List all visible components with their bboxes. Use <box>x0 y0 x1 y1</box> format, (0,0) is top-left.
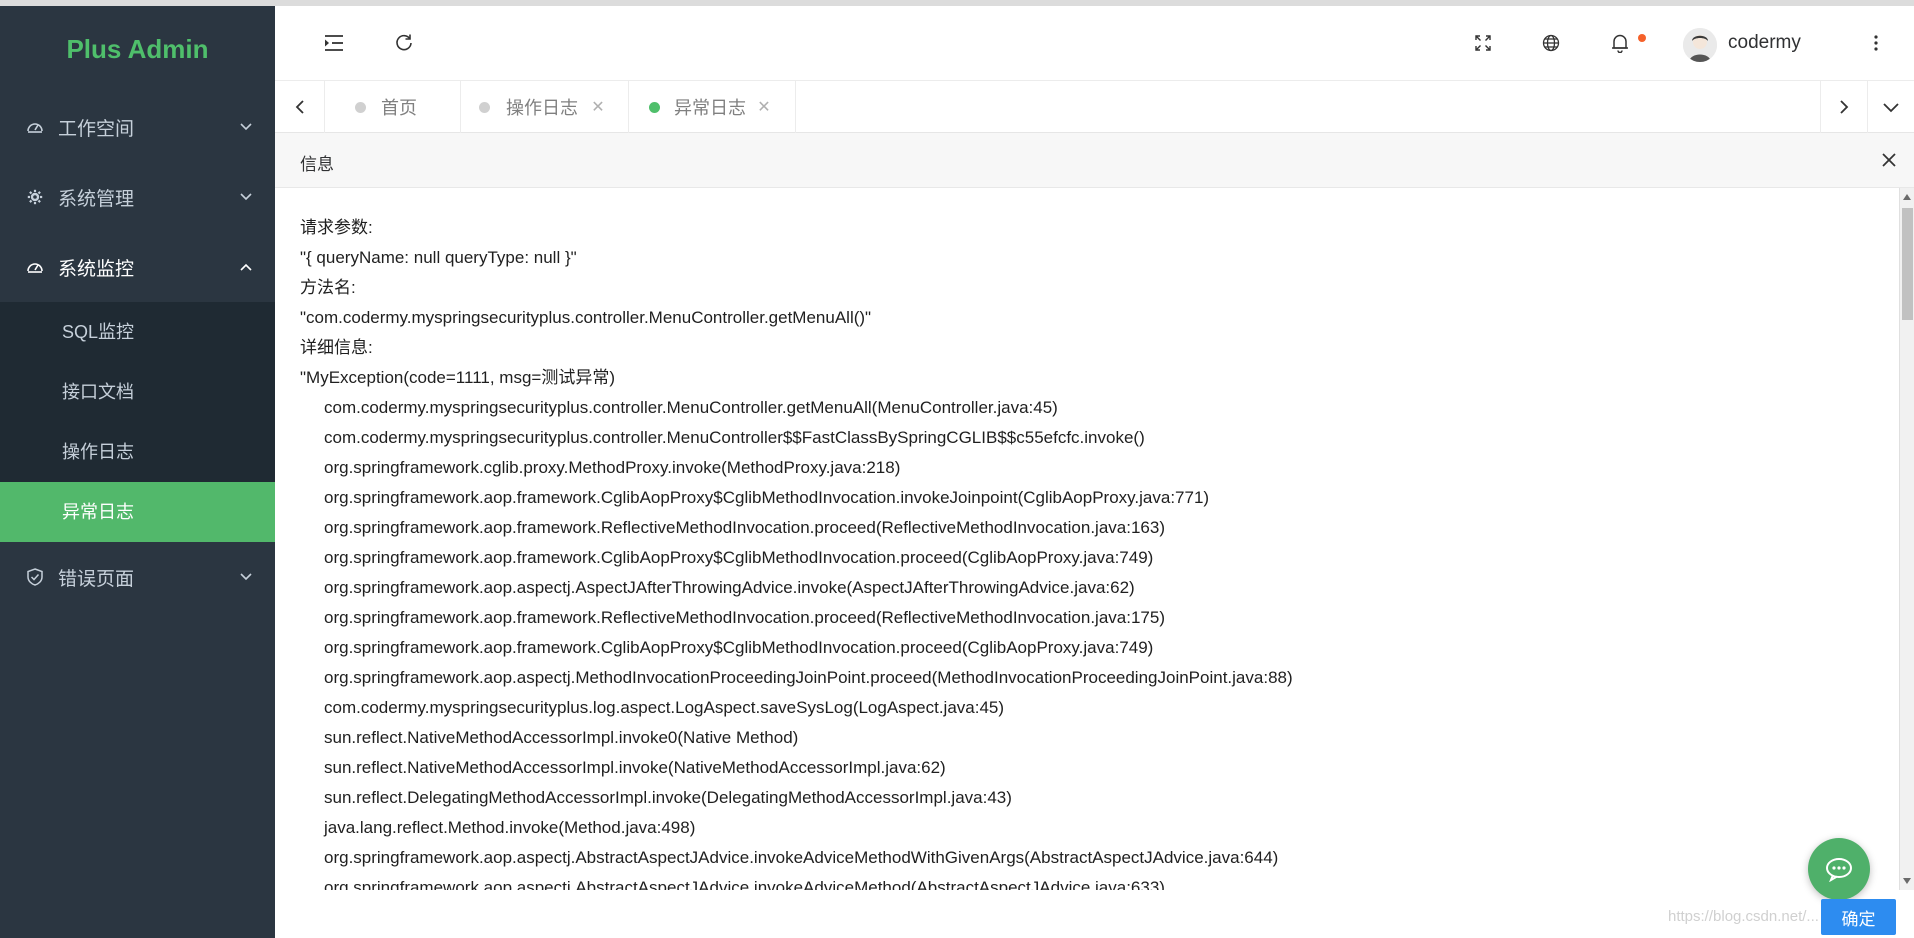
params-value: "{ queryName: null queryType: null }" <box>300 248 577 267</box>
scroll-down-arrow-icon[interactable] <box>1903 878 1911 884</box>
username[interactable]: codermy <box>1728 32 1801 54</box>
chat-support-button[interactable] <box>1808 838 1870 900</box>
notification-badge-dot <box>1638 34 1646 42</box>
chevron-left-icon <box>295 100 304 114</box>
shield-check-icon <box>26 568 44 586</box>
chevron-down-icon <box>240 123 252 131</box>
method-value: "com.codermy.myspringsecurityplus.contro… <box>300 308 872 327</box>
tab-status-dot-active <box>649 102 660 113</box>
tabs-dropdown-button[interactable] <box>1867 81 1914 133</box>
brand-logo-text: Plus Admin <box>66 34 209 64</box>
sidebar-item-system-management[interactable]: 系统管理 <box>0 162 275 232</box>
dashboard-icon <box>26 258 44 276</box>
tab-status-dot <box>355 102 366 113</box>
sidebar-item-error-pages[interactable]: 错误页面 <box>0 542 275 612</box>
tab-exception-log[interactable]: 异常日志 ✕ <box>629 81 796 133</box>
sidebar-subitem-operation-log[interactable]: 操作日志 <box>0 422 275 482</box>
top-header: codermy <box>275 6 1914 81</box>
tabs-scroll-right-button[interactable] <box>1820 81 1867 133</box>
sidebar-subitem-api-docs[interactable]: 接口文档 <box>0 362 275 422</box>
tabs-scroll-left-button[interactable] <box>275 81 325 133</box>
avatar[interactable] <box>1683 28 1717 62</box>
stack-trace-line: java.lang.reflect.Method.invoke(Method.j… <box>324 818 696 837</box>
refresh-icon[interactable] <box>389 28 419 58</box>
chevron-down-icon <box>1883 103 1899 113</box>
fullscreen-icon[interactable] <box>1468 28 1498 58</box>
tabs-bar: 首页 操作日志 ✕ 异常日志 ✕ <box>275 81 1914 133</box>
params-label: 请求参数: <box>300 218 373 237</box>
confirm-button[interactable]: 确定 <box>1821 899 1896 935</box>
tab-label: 操作日志 <box>506 98 578 118</box>
stack-trace-line: sun.reflect.NativeMethodAccessorImpl.inv… <box>324 758 946 777</box>
stack-trace-line: com.codermy.myspringsecurityplus.control… <box>324 398 1058 417</box>
vertical-scrollbar[interactable] <box>1899 188 1914 890</box>
bell-icon[interactable] <box>1605 28 1635 58</box>
stack-trace-line: org.springframework.aop.framework.Reflec… <box>324 518 1165 537</box>
stack-trace-line: org.springframework.cglib.proxy.MethodPr… <box>324 458 901 477</box>
tab-label: 首页 <box>381 98 417 118</box>
sidebar-item-label: 工作空间 <box>58 118 135 140</box>
stack-trace-line: org.springframework.aop.aspectj.MethodIn… <box>324 668 1293 687</box>
dialog-title: 信息 <box>300 155 334 174</box>
stack-trace-line: com.codermy.myspringsecurityplus.control… <box>324 428 1145 447</box>
stack-trace-line: com.codermy.myspringsecurityplus.log.asp… <box>324 698 1005 717</box>
tab-status-dot <box>479 102 490 113</box>
tab-operation-log[interactable]: 操作日志 ✕ <box>461 81 629 133</box>
stack-trace-line: sun.reflect.DelegatingMethodAccessorImpl… <box>324 788 1012 807</box>
detail-label: 详细信息: <box>300 338 373 357</box>
watermark-text: https://blog.csdn.net/... <box>1668 908 1819 925</box>
stack-trace-line: org.springframework.aop.aspectj.Abstract… <box>324 878 1165 890</box>
chevron-right-icon <box>1840 100 1849 114</box>
sidebar-subitem-exception-log[interactable]: 异常日志 <box>0 482 275 542</box>
scroll-up-arrow-icon[interactable] <box>1903 194 1911 200</box>
stack-trace-line: org.springframework.aop.framework.Reflec… <box>324 608 1165 627</box>
close-icon[interactable]: ✕ <box>755 98 773 116</box>
stack-trace-line: org.springframework.aop.framework.CglibA… <box>324 638 1154 657</box>
method-label: 方法名: <box>300 278 356 297</box>
stack-trace-line: org.springframework.aop.aspectj.AspectJA… <box>324 578 1135 597</box>
dialog-body: 请求参数: "{ queryName: null queryType: null… <box>275 188 1899 890</box>
globe-icon[interactable] <box>1536 28 1566 58</box>
dashboard-icon <box>26 118 44 136</box>
sidebar-subitem-sql-monitor[interactable]: SQL监控 <box>0 302 275 362</box>
sidebar-item-label: 错误页面 <box>58 568 135 590</box>
stack-trace-line: org.springframework.aop.framework.CglibA… <box>324 488 1210 507</box>
chevron-up-icon <box>240 263 252 271</box>
sidebar: Plus Admin 工作空间 系统管理 系统监控 SQL监控 接口文档 操作日… <box>0 6 275 938</box>
stack-trace: com.codermy.myspringsecurityplus.control… <box>300 393 1890 890</box>
close-icon[interactable] <box>1878 149 1900 171</box>
stack-trace-line: sun.reflect.NativeMethodAccessorImpl.inv… <box>324 728 799 747</box>
exception-detail: 请求参数: "{ queryName: null queryType: null… <box>300 213 1890 890</box>
scrollbar-thumb[interactable] <box>1902 208 1913 320</box>
more-vertical-icon[interactable] <box>1861 28 1891 58</box>
tab-home[interactable]: 首页 <box>325 81 461 133</box>
sidebar-item-system-monitor[interactable]: 系统监控 <box>0 232 275 302</box>
exception-message: "MyException(code=1111, msg=测试异常) <box>300 368 615 387</box>
gear-icon <box>26 188 44 206</box>
chevron-down-icon <box>240 573 252 581</box>
sidebar-item-label: 系统管理 <box>58 188 135 210</box>
submenu-system-monitor: SQL监控 接口文档 操作日志 异常日志 <box>0 302 275 542</box>
chat-bubble-icon <box>1826 858 1852 882</box>
stack-trace-line: org.springframework.aop.aspectj.Abstract… <box>324 848 1279 867</box>
sidebar-item-label: 系统监控 <box>58 258 135 280</box>
tab-label: 异常日志 <box>674 98 746 118</box>
menu-fold-icon[interactable] <box>319 28 349 58</box>
chevron-down-icon <box>240 193 252 201</box>
sidebar-item-workspace[interactable]: 工作空间 <box>0 92 275 162</box>
dialog-header: 信息 <box>275 133 1914 188</box>
stack-trace-line: org.springframework.aop.framework.CglibA… <box>324 548 1154 567</box>
close-icon[interactable]: ✕ <box>589 98 607 116</box>
